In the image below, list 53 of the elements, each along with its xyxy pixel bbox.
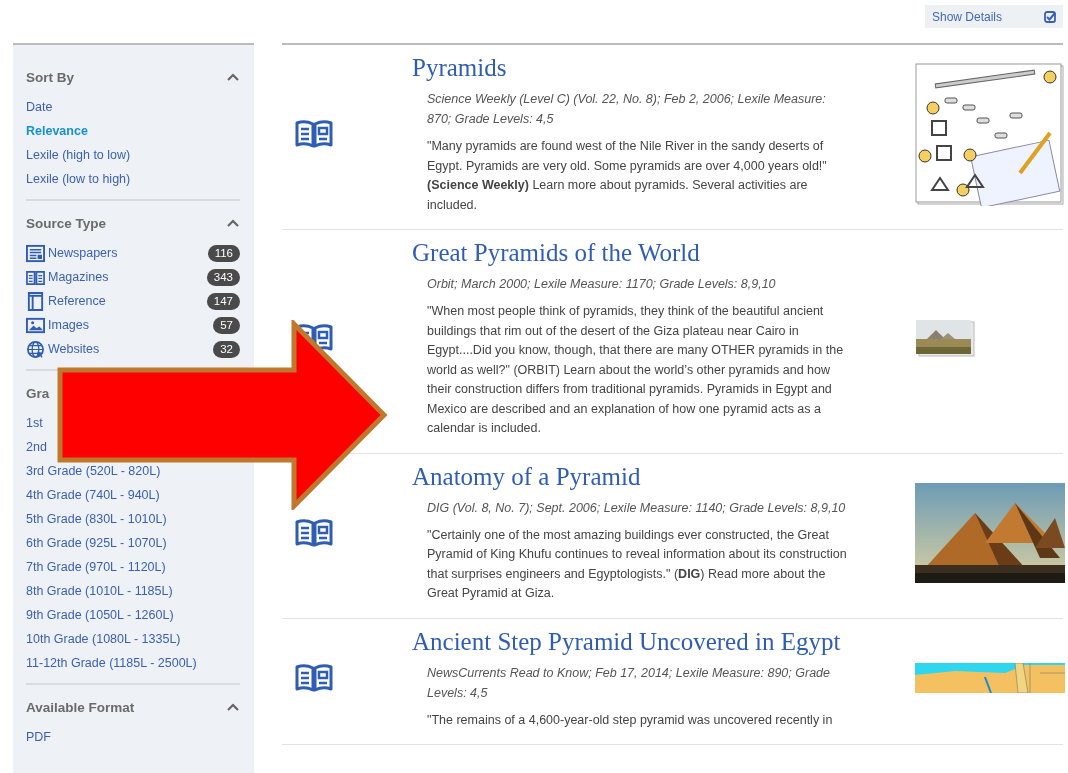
sort-link[interactable]: 5th Grade (830L - 1010L) [26,507,167,531]
article-description: "The remains of a 4,600-year-old step pyramid was uncovered recently in [427,711,834,729]
article-meta: Orbit; March 2000; Lexile Measure: 1170; Grade Levels: 8,9,10 [427,276,777,293]
filter-link[interactable]: Newspapers [48,241,205,265]
article-meta: Science Weekly (Level C) (Vol. 22, No. 8); Feb 2, 2006; Lexile Measure: 870; Grade Levels: 4,5 [427,91,827,128]
count-badge: 57 [213,316,240,334]
article-description: "When most people think of pyramids, they think of the beautiful ancient buildings that rim out of the desert of the Giza plateau near Cairo in Egypt....Did you know, though, that there are many OTHER pyramids in the world as well?" (ORBIT) Learn about the world’s other pyramids and how their construction differs from traditional pyramids. Pyramids in Egypt and Mexico are described and an explanation of how one pyramid acts as a calendar is included. [427,303,845,437]
book-icon [295,663,333,694]
sort-link[interactable]: Date [26,95,53,119]
filter-link[interactable]: Reference [48,289,204,313]
sort-link[interactable]: PDF [26,725,51,749]
article-description: "Certainly one of the most amazing buildings ever constructed, the Great Pyramid of King Khufu continues to reveal information about its construction that surprises engineers and Egyptologists." (DIG) Read more about the Great Pyramid at Giza. [427,526,847,602]
sort-link[interactable]: 11-12th Grade (1185L - 2500L) [26,651,197,675]
count-badge: 147 [206,292,240,310]
article-title[interactable]: Great Pyramids of the World [412,238,885,268]
count-badge: 32 [213,340,240,358]
collapse-icon[interactable] [226,702,240,712]
book-icon [295,517,333,548]
section-heading: Gra [26,385,50,401]
sort-link[interactable]: 9th Grade (1050L - 1260L) [26,603,174,627]
filter-link[interactable]: Magazines [48,265,204,289]
newspaper-icon [26,243,45,263]
article-title[interactable]: Anatomy of a Pyramid [412,461,885,492]
count-badge: 343 [206,268,240,286]
article-description: "Many pyramids are found west of the Nile River in the sandy deserts of Egypt. Pyramids are very old. Some pyramids are over 4,000 years old!" (Science Weekly) Learn more about pyramids. Several activities are included. [427,138,828,214]
article-meta: NewsCurrents Read to Know; Feb 17, 2014; Lexile Measure: 890; Grade Levels: 4,5 [427,664,831,702]
sort-link[interactable]: 3rd Grade (520L - 820L) [26,459,161,483]
sort-link[interactable]: 6th Grade (925L - 1070L) [26,531,167,555]
filter-link[interactable]: Images [48,313,211,337]
show-details-button[interactable]: Show Details [925,5,1063,28]
article-title[interactable]: Pyramids [412,53,885,83]
filter-link[interactable]: Websites [48,337,211,361]
article-title[interactable]: Ancient Step Pyramid Uncovered in Egypt [412,626,885,657]
article-meta: DIG (Vol. 8, No. 7); Sept. 2006; Lexile Measure: 1140; Grade Levels: 8,9,10 [427,499,847,517]
sort-link[interactable]: 4th Grade (740L - 940L) [26,483,160,507]
section-heading: Sort By [26,69,74,85]
sort-link[interactable]: 7th Grade (970L - 1120L) [26,555,166,579]
sort-link[interactable]: Lexile (low to high) [26,167,131,191]
count-badge: 116 [207,244,240,262]
sort-link[interactable]: 10th Grade (1080L - 1335L) [26,627,181,651]
book-icon [295,119,333,149]
book-icon [26,291,45,311]
section-heading: Source Type [26,215,107,231]
collapse-icon[interactable] [226,72,240,82]
sort-link[interactable]: Lexile (high to low) [26,143,131,167]
section-heading: Available Format [26,699,135,715]
image-icon [26,315,45,335]
sort-link[interactable]: 8th Grade (1010L - 1185L) [26,579,173,603]
sort-link[interactable]: Relevance [26,119,88,143]
globe-icon [26,339,45,359]
sort-link[interactable]: 2nd [26,435,47,459]
collapse-icon[interactable] [226,218,240,228]
sort-link[interactable]: 1st [26,411,43,435]
